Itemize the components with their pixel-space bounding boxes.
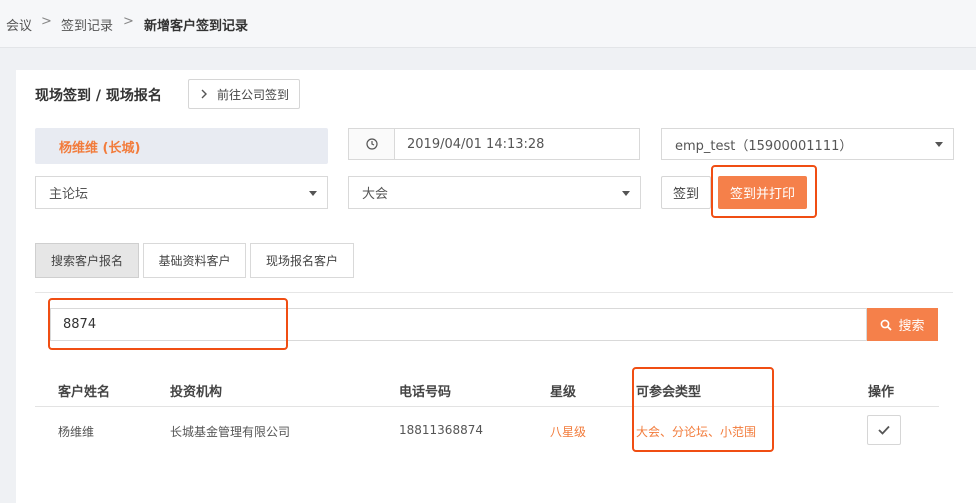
- column-header-org: 投资机构: [170, 385, 223, 400]
- tab-search-registration[interactable]: 搜索客户报名: [35, 243, 139, 278]
- checkin-print-button[interactable]: 签到并打印: [718, 176, 807, 209]
- highlight-box-types: [632, 367, 774, 452]
- chevron-down-icon: [935, 142, 943, 147]
- meeting-select[interactable]: 大会: [348, 176, 641, 209]
- search-button-label: 搜索: [898, 319, 925, 334]
- breadcrumb-item-checkin-records[interactable]: 签到记录: [61, 15, 113, 34]
- employee-value: emp_test（15900001111）: [675, 138, 853, 154]
- breadcrumb-item-meetings[interactable]: 会议: [6, 15, 32, 34]
- cell-org: 长城基金管理有限公司: [170, 425, 291, 439]
- tab-onsite-registration[interactable]: 现场报名客户: [250, 243, 354, 278]
- cell-phone: 18811368874: [399, 423, 483, 437]
- select-customer-button[interactable]: [867, 415, 901, 445]
- column-header-name: 客户姓名: [58, 385, 111, 400]
- customer-name: 杨维维 (长城): [59, 140, 141, 156]
- breadcrumb-separator: >: [123, 14, 134, 29]
- chevron-right-icon: [201, 89, 207, 99]
- highlight-box-search: [48, 298, 288, 350]
- meeting-value: 大会: [362, 187, 389, 202]
- datetime-value: 2019/04/01 14:13:28: [407, 136, 545, 152]
- tab-basic-customers[interactable]: 基础资料客户: [143, 243, 246, 278]
- check-icon: [878, 425, 890, 435]
- goto-company-checkin-label: 前往公司签到: [216, 87, 289, 102]
- breadcrumb: 会议 > 签到记录 > 新增客户签到记录: [0, 0, 976, 48]
- column-header-phone: 电话号码: [399, 385, 452, 400]
- datetime-field[interactable]: 2019/04/01 14:13:28: [348, 128, 640, 160]
- column-header-action: 操作: [868, 385, 895, 400]
- forum-select[interactable]: 主论坛: [35, 176, 328, 209]
- search-icon: [881, 319, 893, 331]
- checkin-button[interactable]: 签到: [661, 176, 711, 209]
- cell-name: 杨维维: [58, 425, 95, 439]
- breadcrumb-separator: >: [41, 14, 52, 29]
- chevron-down-icon: [622, 190, 630, 196]
- breadcrumb-item-current: 新增客户签到记录: [144, 19, 249, 34]
- clock-icon: [349, 129, 395, 159]
- employee-select[interactable]: emp_test（15900001111）: [661, 128, 954, 160]
- column-header-star: 星级: [550, 385, 577, 400]
- forum-value: 主论坛: [49, 187, 89, 202]
- divider: [35, 292, 953, 293]
- chevron-down-icon: [309, 190, 317, 196]
- customer-name-display: 杨维维 (长城): [35, 128, 328, 164]
- page-title: 现场签到 / 现场报名: [35, 88, 162, 104]
- search-button[interactable]: 搜索: [867, 308, 938, 341]
- goto-company-checkin-button[interactable]: 前往公司签到: [188, 79, 300, 109]
- cell-star: 八星级: [550, 425, 587, 439]
